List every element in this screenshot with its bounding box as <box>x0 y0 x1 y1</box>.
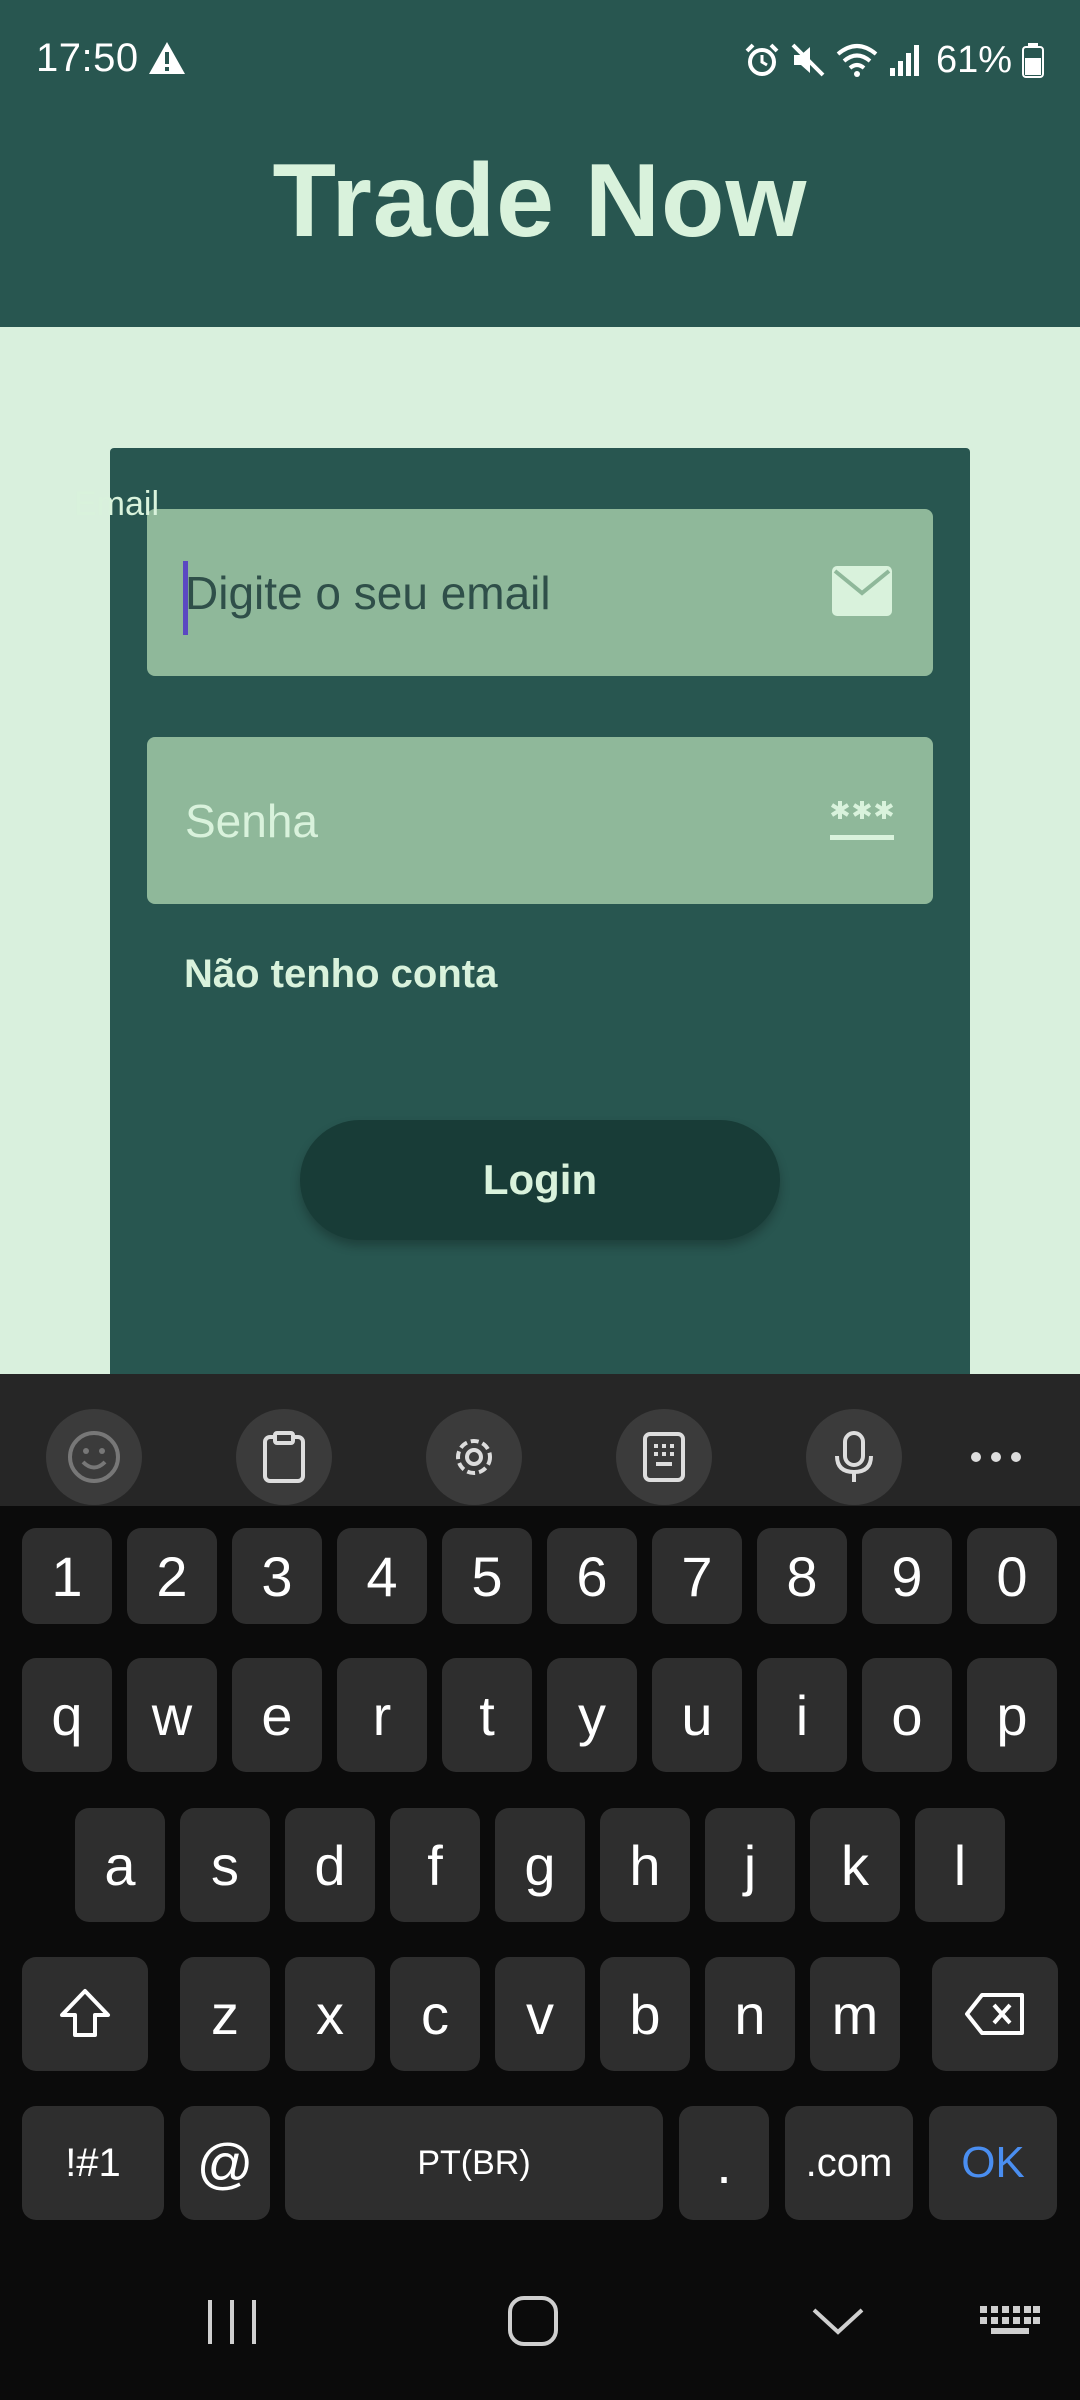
key-z[interactable]: z <box>180 1957 270 2071</box>
key-5[interactable]: 5 <box>442 1528 532 1624</box>
key-d[interactable]: d <box>285 1808 375 1922</box>
shift-key[interactable] <box>22 1957 148 2071</box>
symbols-key[interactable]: !#1 <box>22 2106 164 2220</box>
warning-icon <box>149 42 185 74</box>
back-button[interactable] <box>808 2292 868 2352</box>
key-r[interactable]: r <box>337 1658 427 1772</box>
key-p[interactable]: p <box>967 1658 1057 1772</box>
backspace-key[interactable] <box>932 1957 1058 2071</box>
settings-icon <box>456 1439 492 1475</box>
password-input[interactable] <box>185 781 805 861</box>
key-a[interactable]: a <box>75 1808 165 1922</box>
login-card: Não tenho conta Login <box>110 448 970 1448</box>
back-icon <box>812 2308 864 2335</box>
key-c[interactable]: c <box>390 1957 480 2071</box>
key-h[interactable]: h <box>600 1808 690 1922</box>
dotcom-key[interactable]: .com <box>785 2106 913 2220</box>
key-t[interactable]: t <box>442 1658 532 1772</box>
key-7[interactable]: 7 <box>652 1528 742 1624</box>
status-bar: 17:50 61% <box>0 0 1080 118</box>
home-button[interactable] <box>504 2292 564 2352</box>
ok-key[interactable]: OK <box>929 2106 1057 2220</box>
alarm-icon <box>745 43 779 76</box>
email-input[interactable] <box>185 553 805 633</box>
keyboard-hide-button[interactable] <box>978 2292 1040 2352</box>
key-4[interactable]: 4 <box>337 1528 427 1624</box>
password-dots-icon <box>830 801 894 840</box>
key-g[interactable]: g <box>495 1808 585 1922</box>
recent-apps-button[interactable] <box>200 2292 264 2352</box>
key-n[interactable]: n <box>705 1957 795 2071</box>
key-b[interactable]: b <box>600 1957 690 2071</box>
key-q[interactable]: q <box>22 1658 112 1772</box>
key-u[interactable]: u <box>652 1658 742 1772</box>
more-icon <box>971 1452 1021 1462</box>
period-key[interactable]: . <box>679 2106 769 2220</box>
keyboard-mode-icon <box>643 1432 685 1482</box>
key-i[interactable]: i <box>757 1658 847 1772</box>
key-6[interactable]: 6 <box>547 1528 637 1624</box>
key-j[interactable]: j <box>705 1808 795 1922</box>
key-1[interactable]: 1 <box>22 1528 112 1624</box>
key-w[interactable]: w <box>127 1658 217 1772</box>
wifi-icon <box>836 44 878 77</box>
recent-apps-icon <box>208 2300 256 2344</box>
microphone-button[interactable] <box>806 1409 902 1505</box>
key-f[interactable]: f <box>390 1808 480 1922</box>
password-field[interactable] <box>147 737 933 904</box>
key-v[interactable]: v <box>495 1957 585 2071</box>
key-9[interactable]: 9 <box>862 1528 952 1624</box>
no-account-link[interactable]: Não tenho conta <box>184 952 497 997</box>
status-icons: 61% <box>744 34 1044 86</box>
keyboard: 1 2 3 4 5 6 7 8 9 0 q w e r t y u i o p … <box>0 1374 1080 2400</box>
app-title: Trade Now <box>272 143 808 259</box>
home-icon <box>508 2296 558 2346</box>
signal-icon <box>889 45 919 76</box>
key-s[interactable]: s <box>180 1808 270 1922</box>
emoji-icon <box>68 1431 120 1483</box>
more-button[interactable] <box>948 1409 1044 1505</box>
backspace-icon <box>965 1993 1024 2035</box>
key-k[interactable]: k <box>810 1808 900 1922</box>
key-l[interactable]: l <box>915 1808 1005 1922</box>
key-e[interactable]: e <box>232 1658 322 1772</box>
key-y[interactable]: y <box>547 1658 637 1772</box>
key-o[interactable]: o <box>862 1658 952 1772</box>
key-x[interactable]: x <box>285 1957 375 2071</box>
key-2[interactable]: 2 <box>127 1528 217 1624</box>
navigation-bar <box>0 2250 1080 2400</box>
battery-percentage: 61% <box>935 38 1012 81</box>
mute-icon <box>791 43 825 77</box>
clipboard-icon <box>263 1431 305 1483</box>
settings-button[interactable] <box>426 1409 522 1505</box>
mail-icon <box>832 566 892 616</box>
key-3[interactable]: 3 <box>232 1528 322 1624</box>
microphone-icon <box>835 1431 873 1482</box>
battery-icon <box>1022 43 1044 78</box>
emoji-button[interactable] <box>46 1409 142 1505</box>
keyboard-mode-button[interactable] <box>616 1409 712 1505</box>
shift-icon <box>60 1989 110 2037</box>
space-key[interactable]: PT(BR) <box>285 2106 663 2220</box>
clipboard-button[interactable] <box>236 1409 332 1505</box>
email-field[interactable] <box>147 509 933 676</box>
email-label: Email <box>74 485 160 523</box>
login-button[interactable]: Login <box>300 1120 780 1240</box>
key-m[interactable]: m <box>810 1957 900 2071</box>
keyboard-toolbar <box>0 1374 1080 1506</box>
status-time: 17:50 <box>36 36 139 80</box>
app-header: 17:50 61% Trade Now <box>0 0 1080 327</box>
key-8[interactable]: 8 <box>757 1528 847 1624</box>
key-0[interactable]: 0 <box>967 1528 1057 1624</box>
at-key[interactable]: @ <box>180 2106 270 2220</box>
keyboard-hide-icon <box>980 2306 1040 2334</box>
